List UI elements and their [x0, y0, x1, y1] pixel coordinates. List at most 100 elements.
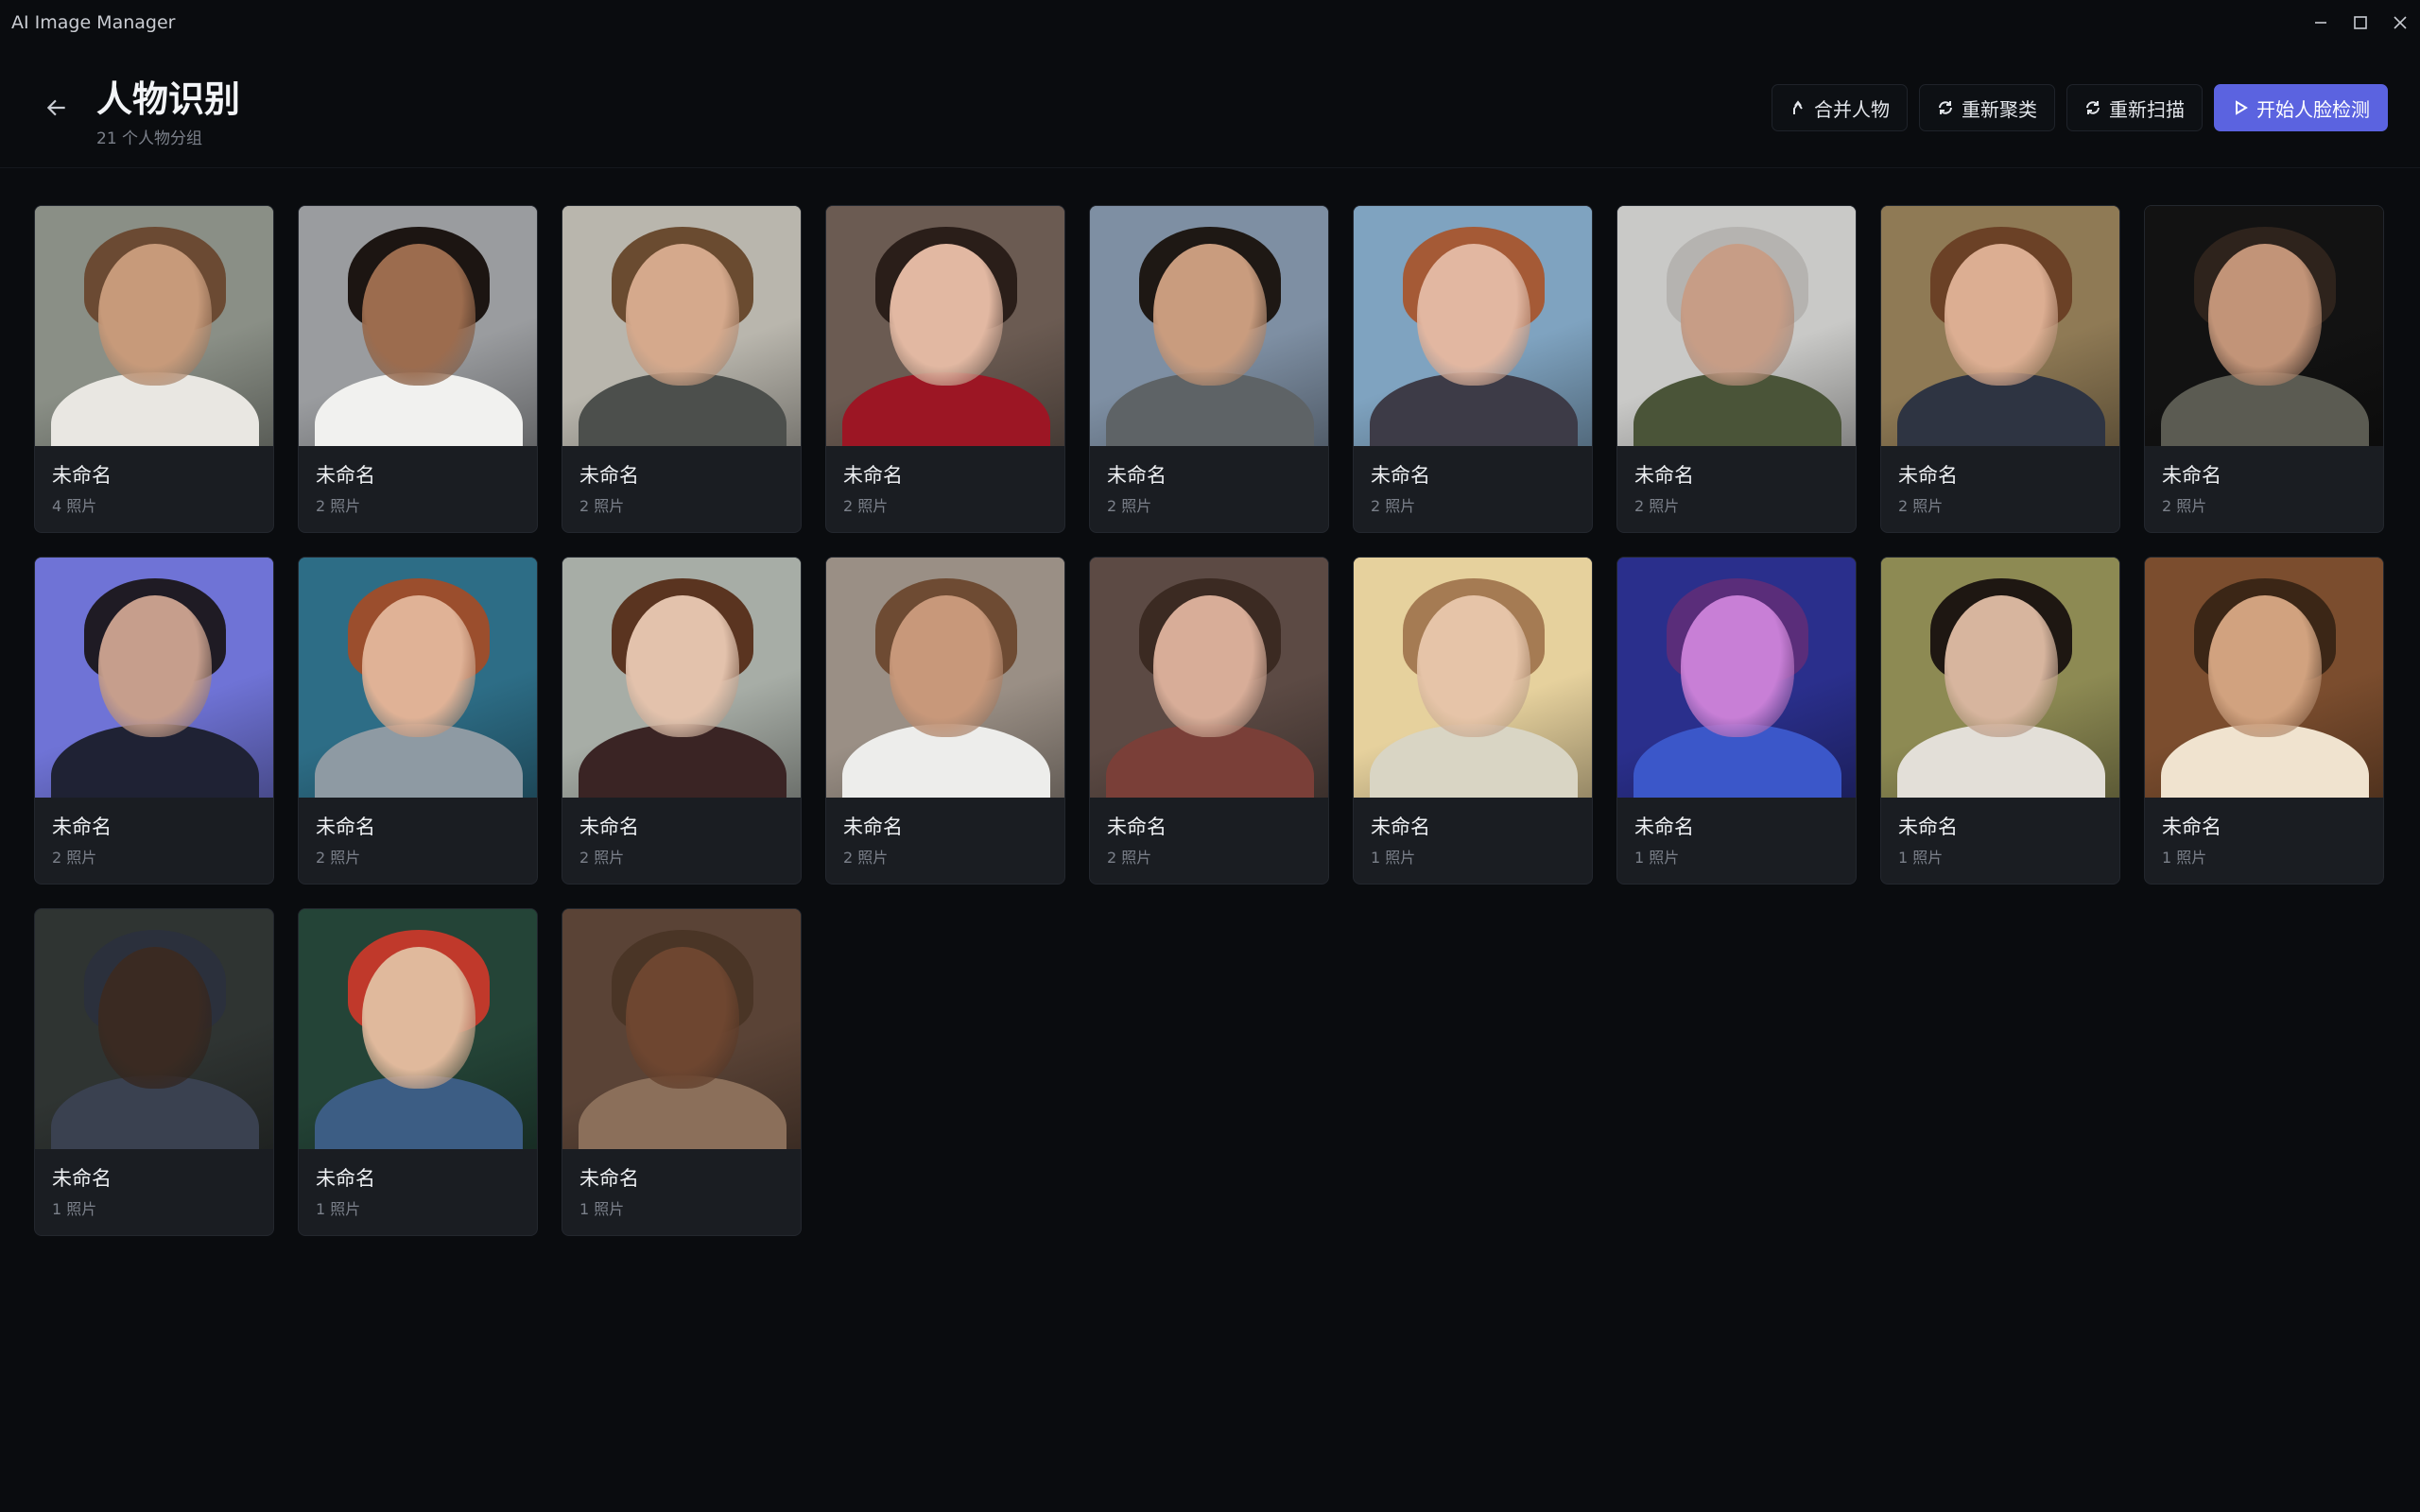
- person-photo: [1617, 206, 1856, 446]
- photo-count: 1 照片: [316, 1200, 361, 1218]
- page-header: 人物识别 21 个人物分组 合并人物 重新聚类 重新扫描 开始人脸检测: [0, 45, 2420, 168]
- person-name: 未命名: [1634, 816, 1694, 838]
- person-meta: 未命名 2 照片: [1881, 446, 2119, 516]
- photo-face-shape: [362, 244, 475, 386]
- photo-count: 2 照片: [1107, 497, 1152, 515]
- person-card[interactable]: 未命名 2 照片: [298, 205, 538, 533]
- maximize-button[interactable]: [2341, 0, 2380, 45]
- person-meta: 未命名 1 照片: [2145, 798, 2383, 868]
- person-card[interactable]: 未命名 2 照片: [1089, 557, 1329, 885]
- person-card[interactable]: 未命名 2 照片: [825, 205, 1065, 533]
- arrow-left-icon: [46, 99, 65, 116]
- page-subtitle: 21 个人物分组: [96, 129, 203, 148]
- person-card[interactable]: 未命名 1 照片: [1880, 557, 2120, 885]
- person-card[interactable]: 未命名 2 照片: [298, 557, 538, 885]
- person-card[interactable]: 未命名 2 照片: [562, 205, 802, 533]
- person-card[interactable]: 未命名 1 照片: [562, 908, 802, 1236]
- person-photo: [562, 206, 801, 446]
- merge-persons-button[interactable]: 合并人物: [1772, 84, 1908, 131]
- person-name: 未命名: [1898, 816, 1958, 838]
- person-photo: [1354, 206, 1592, 446]
- person-card[interactable]: 未命名 2 照片: [1880, 205, 2120, 533]
- person-card[interactable]: 未命名 2 照片: [2144, 205, 2384, 533]
- person-name: 未命名: [843, 816, 903, 838]
- photo-count: 1 照片: [1634, 849, 1680, 867]
- start-face-detection-label: 开始人脸检测: [2256, 97, 2370, 121]
- person-name: 未命名: [2162, 464, 2221, 487]
- person-photo: [1617, 558, 1856, 798]
- photo-face-shape: [626, 244, 739, 386]
- photo-face-shape: [1417, 595, 1530, 737]
- person-meta: 未命名 2 照片: [2145, 446, 2383, 516]
- photo-face-shape: [98, 947, 212, 1089]
- person-name: 未命名: [1371, 464, 1430, 487]
- rescan-button[interactable]: 重新扫描: [2066, 84, 2203, 131]
- photo-face-shape: [1945, 595, 2058, 737]
- photo-face-shape: [626, 947, 739, 1089]
- recluster-button[interactable]: 重新聚类: [1919, 84, 2055, 131]
- person-meta: 未命名 1 照片: [1617, 798, 1856, 868]
- person-photo: [1881, 206, 2119, 446]
- app-title: AI Image Manager: [11, 12, 176, 33]
- person-meta: 未命名 2 照片: [1090, 798, 1328, 868]
- person-meta: 未命名 2 照片: [562, 798, 801, 868]
- person-name: 未命名: [579, 816, 639, 838]
- photo-face-shape: [1153, 244, 1267, 386]
- person-meta: 未命名 2 照片: [35, 798, 273, 868]
- person-meta: 未命名 1 照片: [1354, 798, 1592, 868]
- minimize-button[interactable]: [2301, 0, 2341, 45]
- person-card[interactable]: 未命名 1 照片: [34, 908, 274, 1236]
- person-name: 未命名: [1371, 816, 1430, 838]
- merge-icon: [1793, 100, 1803, 114]
- back-button[interactable]: [38, 89, 76, 127]
- person-name: 未命名: [316, 816, 375, 838]
- person-photo: [826, 558, 1064, 798]
- person-card[interactable]: 未命名 2 照片: [1353, 205, 1593, 533]
- photo-count: 2 照片: [579, 497, 625, 515]
- person-card[interactable]: 未命名 2 照片: [825, 557, 1065, 885]
- person-meta: 未命名 2 照片: [1090, 446, 1328, 516]
- close-button[interactable]: [2380, 0, 2420, 45]
- person-card[interactable]: 未命名 1 照片: [1616, 557, 1857, 885]
- person-meta: 未命名 1 照片: [35, 1149, 273, 1219]
- person-photo: [299, 909, 537, 1149]
- person-photo: [35, 206, 273, 446]
- person-card[interactable]: 未命名 1 照片: [298, 908, 538, 1236]
- photo-face-shape: [890, 244, 1003, 386]
- person-meta: 未命名 1 照片: [299, 1149, 537, 1219]
- header-actions: 合并人物 重新聚类 重新扫描 开始人脸检测: [1772, 84, 2388, 131]
- photo-face-shape: [2208, 595, 2322, 737]
- person-card[interactable]: 未命名 1 照片: [1353, 557, 1593, 885]
- person-meta: 未命名 2 照片: [1354, 446, 1592, 516]
- window-controls: [2301, 0, 2420, 45]
- start-face-detection-button[interactable]: 开始人脸检测: [2214, 84, 2388, 131]
- recluster-label: 重新聚类: [1962, 97, 2037, 121]
- person-photo: [1090, 206, 1328, 446]
- person-card[interactable]: 未命名 4 照片: [34, 205, 274, 533]
- person-grid: 未命名 4 照片 未命名 2 照片 未命名 2 照片 未命名 2 照片 未命名 2 照片 未命名 2 …: [34, 205, 2384, 1236]
- photo-count: 2 照片: [843, 849, 889, 867]
- refresh-icon: [2086, 101, 2100, 114]
- person-photo: [2145, 558, 2383, 798]
- page-title: 人物识别: [96, 78, 241, 120]
- photo-count: 2 照片: [316, 497, 361, 515]
- person-photo: [562, 558, 801, 798]
- photo-count: 2 照片: [2162, 497, 2207, 515]
- person-card[interactable]: 未命名 2 照片: [562, 557, 802, 885]
- person-name: 未命名: [52, 816, 112, 838]
- person-card[interactable]: 未命名 2 照片: [34, 557, 274, 885]
- person-photo: [562, 909, 801, 1149]
- photo-face-shape: [2208, 244, 2322, 386]
- person-photo: [35, 909, 273, 1149]
- photo-count: 2 照片: [1371, 497, 1416, 515]
- person-meta: 未命名 2 照片: [299, 446, 537, 516]
- photo-face-shape: [890, 595, 1003, 737]
- person-meta: 未命名 2 照片: [826, 446, 1064, 516]
- person-name: 未命名: [316, 1167, 375, 1190]
- person-card[interactable]: 未命名 2 照片: [1616, 205, 1857, 533]
- photo-count: 1 照片: [579, 1200, 625, 1218]
- person-meta: 未命名 2 照片: [1617, 446, 1856, 516]
- photo-face-shape: [626, 595, 739, 737]
- person-card[interactable]: 未命名 1 照片: [2144, 557, 2384, 885]
- person-card[interactable]: 未命名 2 照片: [1089, 205, 1329, 533]
